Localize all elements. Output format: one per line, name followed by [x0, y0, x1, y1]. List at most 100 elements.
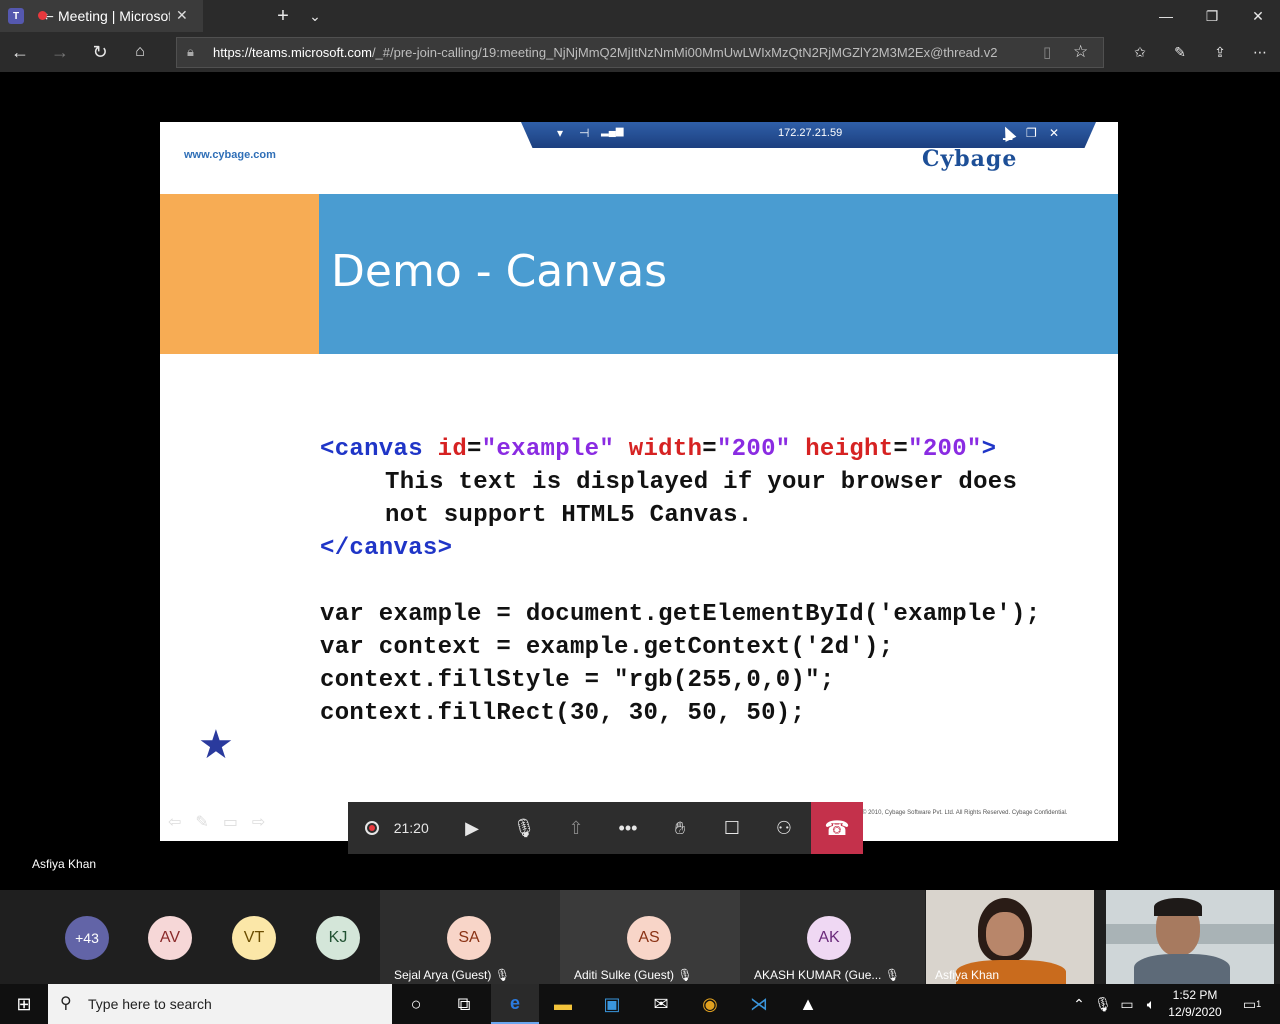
participant-strip: +43 AV VT KJ SA Sejal Arya (Guest) 🎙︎ AS… [0, 890, 1280, 984]
participant-tile[interactable]: AK AKASH KUMAR (Gue... 🎙︎ [740, 890, 925, 984]
avatar[interactable]: KJ [316, 916, 360, 960]
reading-view-icon[interactable]: ▯ [1043, 43, 1051, 61]
cortana-icon[interactable]: ○ [392, 984, 440, 1024]
video-tile-self[interactable] [1106, 890, 1274, 984]
orange-block [160, 194, 319, 354]
call-timer: 21:20 [393, 820, 429, 836]
recording-dot-icon [38, 11, 47, 20]
share-screen-button[interactable]: ⇧ [550, 802, 602, 854]
task-view-icon[interactable]: ⧉ [440, 984, 488, 1024]
star-icon: ★ [198, 723, 234, 767]
more-participants-button[interactable]: +43 [65, 916, 109, 960]
participants-button[interactable]: ⚇ [758, 802, 810, 854]
minimize-icon[interactable]: — [1144, 0, 1188, 32]
raise-hand-button[interactable]: ✋︎ [654, 802, 706, 854]
chevron-down-icon[interactable]: ⌄ [300, 0, 330, 32]
site-url: www.cybage.com [184, 149, 276, 161]
html-code-line-1: <canvas id="example" width="200" height=… [320, 436, 997, 463]
tab-title: Meeting | Microsoft [58, 8, 170, 24]
home-icon[interactable]: ⌂ [122, 36, 158, 68]
windows-taskbar: ⊞ ⚲ Type here to search ○ ⧉ e ▬ ▣ ✉ ◉ ⋊ … [0, 984, 1280, 1024]
lock-icon: 🔒︎ [187, 44, 194, 59]
more-icon[interactable]: ⋯ [1242, 36, 1278, 68]
avatar: AS [627, 916, 671, 960]
file-explorer-icon[interactable]: ▬ [539, 984, 587, 1024]
shared-slide: www.cybage.com Cybage Demo - Canvas <can… [160, 122, 1118, 841]
pin-icon[interactable]: ⊣ [579, 126, 589, 140]
search-placeholder: Type here to search [88, 996, 212, 1012]
star-icon[interactable]: ☆ [1073, 42, 1088, 62]
edge-icon[interactable]: e [491, 984, 539, 1024]
clock-date: 12/9/2020 [1168, 1005, 1222, 1019]
muted-mic-icon: 🎙︎ [494, 968, 510, 982]
avatar: SA [447, 916, 491, 960]
network-icon[interactable]: ▭ [1114, 984, 1140, 1024]
microphone-icon[interactable]: 🎙︎ [1092, 984, 1114, 1024]
signal-icon: ▂▄▆ [601, 126, 624, 137]
share-icon[interactable]: ⇪ [1202, 36, 1238, 68]
volume-icon[interactable]: 🔈︎ [1140, 984, 1162, 1024]
chrome-icon[interactable]: ◉ [686, 984, 734, 1024]
hang-up-button[interactable]: ☎︎ [811, 802, 863, 854]
back-icon[interactable]: ← [2, 36, 38, 68]
presenter-name: Asfiya Khan [32, 857, 97, 871]
favorites-icon[interactable]: ✩ [1122, 36, 1158, 68]
refresh-icon[interactable]: ↻ [82, 36, 118, 68]
video-tile-asfiya[interactable]: Asfiya Khan [926, 890, 1094, 984]
muted-mic-icon: 🎙︎ [677, 968, 693, 982]
rdp-restore-icon[interactable]: ❐ [1026, 126, 1037, 140]
participant-name: Sejal Arya (Guest) 🎙︎ [394, 968, 510, 982]
recording-indicator: 21:20 [348, 802, 446, 854]
close-window-icon[interactable]: ✕ [1236, 0, 1280, 32]
muted-mic-icon: 🎙︎ [884, 968, 900, 982]
vscode-icon[interactable]: ⋊ [735, 984, 783, 1024]
copyright-text: © 2010, Cybage Software Pvt. Ltd. All Ri… [862, 810, 1068, 816]
store-icon[interactable]: ▣ [588, 984, 636, 1024]
js-code-line: context.fillRect(30, 30, 50, 50); [320, 700, 806, 727]
video-face [986, 912, 1024, 956]
chevron-up-icon[interactable]: ⌃ [1066, 984, 1092, 1024]
js-code-line: var example = document.getElementById('e… [320, 601, 1041, 628]
system-clock[interactable]: 1:52 PM 12/9/2020 [1165, 987, 1225, 1021]
mute-button[interactable]: 🎙︎ [498, 802, 550, 854]
participant-name: Aditi Sulke (Guest) 🎙︎ [574, 968, 693, 982]
forward-icon[interactable]: → [42, 36, 78, 68]
slide-nav-icons[interactable]: ⇦✎▭⇨ [168, 812, 279, 832]
pen-icon[interactable]: ✎ [1162, 36, 1198, 68]
camera-button[interactable]: ▶︎ [446, 802, 498, 854]
participant-tile[interactable]: AS Aditi Sulke (Guest) 🎙︎ [560, 890, 740, 984]
video-hair [1154, 898, 1202, 916]
slide-title: Demo - Canvas [331, 246, 668, 297]
more-actions-button[interactable]: ••• [602, 802, 654, 854]
participant-name: Asfiya Khan [935, 968, 1000, 982]
notifications-icon[interactable]: ▭ 1 [1232, 984, 1272, 1024]
js-code-line: var context = example.getContext('2d'); [320, 634, 894, 661]
video-body [1134, 954, 1230, 984]
url-text: https://teams.microsoft.com/_#/pre-join-… [213, 45, 998, 60]
html-code-line-3: not support HTML5 Canvas. [385, 502, 753, 529]
teams-icon: T [8, 8, 24, 24]
js-code-line: context.fillStyle = "rgb(255,0,0)"; [320, 667, 835, 694]
html-code-line-4: </canvas> [320, 535, 453, 562]
windows-start-icon[interactable]: ⊞ [0, 984, 48, 1024]
avatar[interactable]: AV [148, 916, 192, 960]
participant-tile[interactable]: SA Sejal Arya (Guest) 🎙︎ [380, 890, 560, 984]
avatar[interactable]: VT [232, 916, 276, 960]
clock-time: 1:52 PM [1172, 988, 1218, 1002]
mail-icon[interactable]: ✉ [637, 984, 685, 1024]
chat-button[interactable]: ☐ [706, 802, 758, 854]
pin-menu-icon[interactable]: ▾ [557, 126, 563, 140]
record-icon [365, 821, 380, 835]
photos-icon[interactable]: ▲ [784, 984, 832, 1024]
call-controls: 21:20 ▶︎ 🎙︎ ⇧ ••• ✋︎ ☐ ⚇ ☎︎ [348, 802, 863, 854]
participant-name: AKASH KUMAR (Gue... 🎙︎ [754, 968, 900, 982]
title-banner: Demo - Canvas [319, 194, 1118, 354]
taskbar-search[interactable]: ⚲ Type here to search [48, 984, 392, 1024]
cybage-logo: Cybage [922, 146, 1018, 172]
restore-icon[interactable]: ❐ [1190, 0, 1234, 32]
address-bar[interactable]: 🔒︎ https://teams.microsoft.com/_#/pre-jo… [176, 37, 1104, 68]
rdp-host: 172.27.21.59 [778, 127, 843, 139]
rdp-close-icon[interactable]: ✕ [1049, 126, 1059, 140]
close-tab-icon[interactable]: ✕ [176, 7, 188, 24]
new-tab-icon[interactable]: + [268, 0, 298, 32]
